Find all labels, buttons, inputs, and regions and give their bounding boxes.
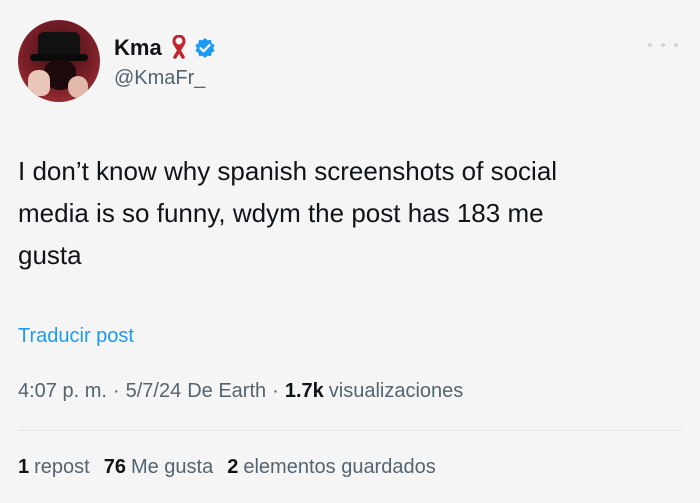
more-dot: [661, 43, 665, 47]
avatar-hand: [28, 70, 50, 96]
more-dot: [648, 43, 652, 47]
user-handle[interactable]: @KmaFr_: [114, 67, 216, 90]
translate-post-link[interactable]: Traducir post: [18, 325, 134, 348]
likes-label: Me gusta: [130, 456, 214, 478]
likes-count: 76: [103, 456, 126, 478]
post-stats: 1 repost 76 Me gusta 2 elementos guardados: [18, 456, 450, 479]
more-options-icon[interactable]: [648, 38, 678, 52]
awareness-ribbon-icon: [170, 34, 188, 61]
likes-stat[interactable]: 76 Me gusta: [104, 456, 214, 479]
bookmarks-count: 2: [227, 456, 239, 478]
bookmarks-stat[interactable]: 2 elementos guardados: [227, 456, 435, 479]
views-label: visualizaciones: [328, 380, 464, 402]
name-row: Kma: [114, 33, 216, 63]
views-count[interactable]: 1.7k: [285, 380, 324, 403]
post-metadata: 4:07 p. m. · 5/7/24 De Earth · 1.7k visu…: [18, 380, 463, 403]
divider: [18, 430, 682, 431]
tweet-card: Kma @KmaFr_ I don’t know why spanish scr…: [0, 0, 700, 503]
post-time[interactable]: 4:07 p. m.: [18, 380, 107, 403]
display-name[interactable]: Kma: [114, 35, 162, 61]
more-dot: [674, 43, 678, 47]
tweet-header: Kma @KmaFr_: [18, 20, 216, 102]
post-source: De Earth: [187, 380, 267, 402]
reposts-label: repost: [34, 456, 90, 478]
post-text: I don’t know why spanish screenshots of …: [18, 156, 558, 270]
avatar[interactable]: [18, 20, 100, 102]
meta-separator: ·: [272, 380, 279, 402]
user-names: Kma @KmaFr_: [114, 33, 216, 90]
post-date[interactable]: 5/7/24: [126, 380, 182, 403]
reposts-count: 1: [18, 456, 30, 478]
bookmarks-label: elementos guardados: [243, 456, 436, 478]
avatar-hand-second: [68, 76, 88, 98]
reposts-stat[interactable]: 1 repost: [18, 456, 90, 479]
meta-separator: ·: [112, 380, 120, 402]
verified-badge-icon[interactable]: [194, 37, 216, 59]
